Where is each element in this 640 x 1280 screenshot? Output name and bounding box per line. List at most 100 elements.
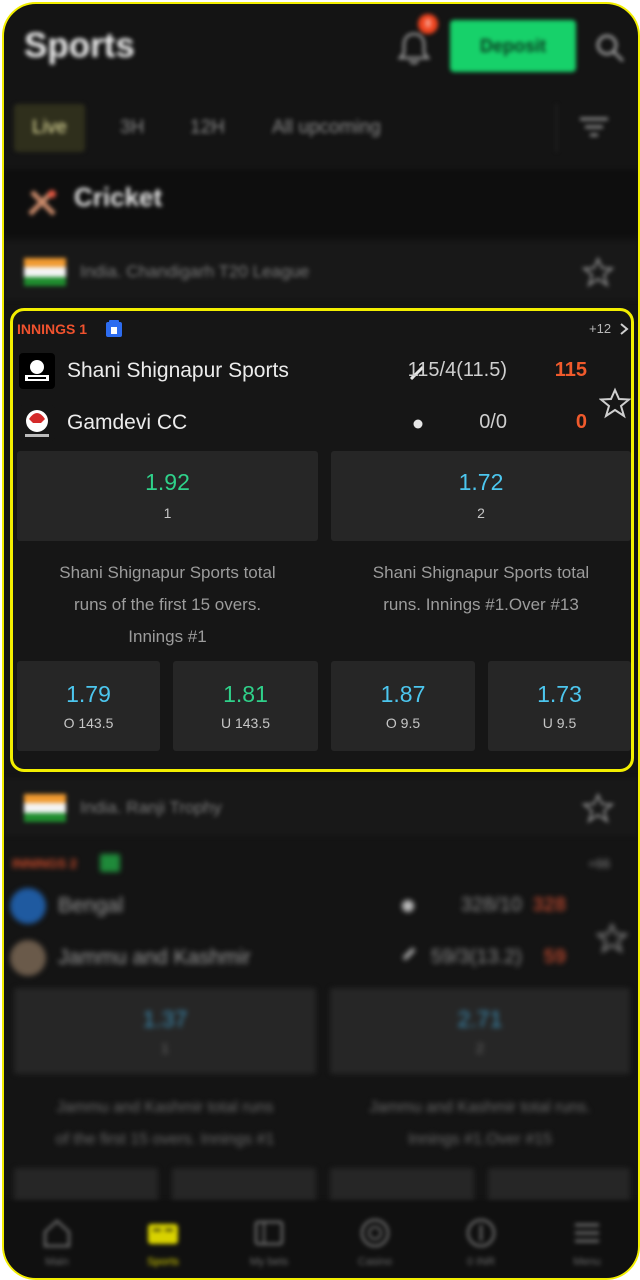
more-markets-count[interactable]: +12 — [589, 321, 611, 336]
team-name: Jammu and Kashmir — [58, 946, 251, 969]
team-row: Gamdevi CC 0/0 0 — [13, 401, 631, 445]
page-title: Sports — [24, 26, 135, 65]
time-filter-tabs: Live 3H 12H All upcoming — [4, 104, 638, 158]
odd-value: 1.87 — [380, 681, 426, 707]
star-icon[interactable] — [582, 256, 614, 288]
match-card[interactable]: INNINGS 1 +12 Shani Shignapur Sports 115… — [10, 308, 634, 772]
team-runs: 59 — [543, 946, 566, 968]
team-row: Bengal 328/10 328 — [4, 884, 622, 928]
team-row: Shani Shignapur Sports 115/4(11.5) 115 — [13, 349, 631, 393]
cricket-icon — [28, 190, 56, 216]
nav-label: Main — [45, 1256, 69, 1268]
innings-status: INNINGS 2 — [12, 856, 78, 871]
odd-value: 1.73 — [537, 681, 582, 707]
odd-value: 1.79 — [66, 681, 111, 707]
team-logo-icon — [10, 940, 46, 976]
odd-label: 1 — [161, 1040, 169, 1056]
team-score: 0/0 — [479, 411, 507, 433]
search-icon[interactable] — [594, 32, 626, 64]
ticket-icon — [254, 1220, 284, 1246]
odd-button-over[interactable]: 1.79 O 143.5 — [17, 661, 160, 751]
batting-icon — [402, 947, 416, 961]
league-row[interactable]: India. Chandigarh T20 League — [4, 242, 638, 300]
favorite-star-icon[interactable] — [599, 387, 631, 419]
odd-button-2[interactable]: 2.71 2 — [330, 988, 630, 1074]
ball-icon — [413, 419, 423, 429]
innings-status: INNINGS 1 — [17, 321, 88, 337]
more-markets-count[interactable]: +66 — [588, 856, 610, 871]
team-logo-icon — [19, 353, 55, 389]
menu-icon — [575, 1223, 599, 1243]
odd-label: 1 — [163, 505, 172, 521]
odd-value: 2.71 — [457, 1006, 503, 1032]
nav-label: Menu — [573, 1256, 601, 1268]
odd-label: 2 — [477, 505, 485, 521]
odd-button-under[interactable]: 1.73 U 9.5 — [488, 661, 631, 751]
tab-live[interactable]: Live — [14, 104, 85, 152]
market-description: Shani Shignapur Sports total runs. Innin… — [372, 563, 590, 614]
odd-value: 1.81 — [223, 681, 268, 707]
bottom-navigation: Main Sports My bets Casino 0 INR Menu — [4, 1200, 638, 1278]
phone-frame: Sports 8 Deposit Live 3H 12H All upcomin… — [2, 2, 640, 1280]
filter-icon[interactable] — [576, 114, 612, 144]
team-name: Shani Shignapur Sports — [67, 359, 289, 382]
nav-balance[interactable]: 0 INR — [428, 1200, 534, 1278]
live-stream-icon[interactable] — [103, 319, 125, 339]
odd-label: U 143.5 — [220, 715, 271, 731]
sports-icon — [148, 1224, 178, 1244]
odd-button-under[interactable]: 1.81 U 143.5 — [173, 661, 318, 751]
league-name: India. Ranji Trophy — [80, 798, 222, 817]
favorite-star-icon[interactable] — [596, 922, 628, 954]
odd-label: O 9.5 — [385, 715, 421, 731]
team-logo-icon — [10, 888, 46, 924]
india-flag-icon — [24, 794, 66, 822]
team-name: Gamdevi CC — [67, 411, 188, 434]
match-card[interactable]: INNINGS 2 +66 Bengal 328/10 328 Jammu an… — [4, 846, 638, 1208]
sport-name: Cricket — [74, 182, 163, 212]
team-runs: 115 — [554, 359, 587, 381]
team-runs: 0 — [575, 411, 587, 433]
odd-label: 2 — [476, 1040, 484, 1056]
nav-main[interactable]: Main — [4, 1200, 110, 1278]
team-score: 328/10 — [460, 894, 522, 916]
nav-menu[interactable]: Menu — [534, 1200, 638, 1278]
team-score: 115/4(11.5) — [407, 359, 507, 381]
wallet-icon — [466, 1218, 496, 1248]
nav-label: Casino — [357, 1256, 393, 1268]
home-icon — [43, 1219, 71, 1248]
india-flag-icon — [24, 258, 66, 286]
notification-badge: 8 — [418, 14, 438, 34]
sport-header[interactable]: Cricket — [4, 170, 638, 236]
odd-label: O 143.5 — [63, 715, 114, 731]
tab-divider — [556, 104, 557, 152]
team-runs: 328 — [532, 894, 566, 916]
chevron-right-icon[interactable] — [619, 323, 629, 335]
odd-button-2[interactable]: 1.72 2 — [331, 451, 631, 541]
casino-chip-icon — [360, 1218, 390, 1248]
deposit-button[interactable]: Deposit — [450, 20, 576, 72]
tab-3h[interactable]: 3H — [120, 104, 144, 152]
nav-label: My bets — [249, 1256, 289, 1268]
nav-sports[interactable]: Sports — [110, 1200, 216, 1278]
market-description: Shani Shignapur Sports total runs of the… — [59, 563, 276, 646]
tab-12h[interactable]: 12H — [190, 104, 225, 152]
bell-icon[interactable] — [394, 28, 434, 68]
odd-button-1[interactable]: 1.92 1 — [17, 451, 318, 541]
team-row: Jammu and Kashmir 59/3(13.2) 59 — [4, 936, 622, 980]
nav-label: Sports — [147, 1256, 179, 1268]
odd-label: U 9.5 — [542, 715, 577, 731]
nav-casino[interactable]: Casino — [322, 1200, 428, 1278]
odd-button-1[interactable]: 1.37 1 — [14, 988, 316, 1074]
tab-all-upcoming[interactable]: All upcoming — [272, 104, 381, 152]
league-row[interactable]: India. Ranji Trophy — [4, 778, 638, 836]
odd-button-over[interactable]: 1.87 O 9.5 — [331, 661, 475, 751]
nav-my-bets[interactable]: My bets — [216, 1200, 322, 1278]
live-stream-icon[interactable] — [100, 854, 120, 872]
star-icon[interactable] — [582, 792, 614, 824]
team-score: 59/3(13.2) — [430, 946, 522, 968]
ball-icon — [402, 900, 414, 912]
nav-label: 0 INR — [466, 1256, 496, 1268]
odd-value: 1.37 — [142, 1006, 188, 1032]
team-logo-icon — [19, 405, 55, 441]
market-description: Jammu and Kashmir total runs of the firs… — [55, 1099, 275, 1148]
